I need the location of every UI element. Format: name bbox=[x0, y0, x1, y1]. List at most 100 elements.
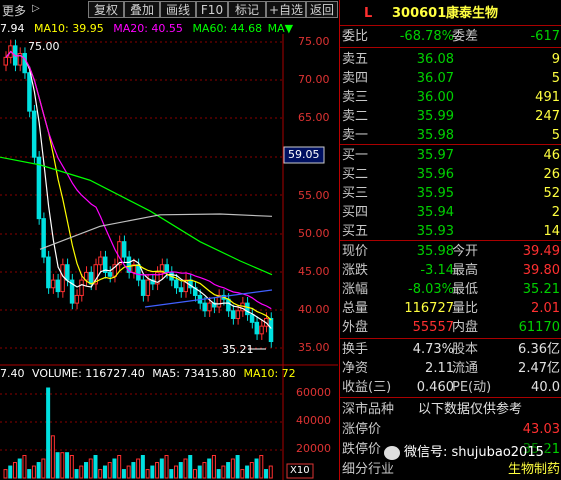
back-button[interactable]: 返回 bbox=[306, 1, 338, 18]
limit-up-value: 43.03 bbox=[522, 422, 560, 437]
ask-price: 36.00 bbox=[416, 90, 454, 105]
ask-row: 卖三 36.00 491 bbox=[340, 88, 561, 107]
stat-value-2: 39.49 bbox=[522, 244, 560, 259]
volume-bar bbox=[202, 462, 207, 479]
stat-label-2: 最低 bbox=[452, 282, 479, 297]
limit-up-row: 涨停价 43.03 bbox=[340, 420, 561, 439]
candle-body bbox=[36, 156, 42, 220]
bid-row: 买三 35.95 52 bbox=[340, 184, 561, 203]
volume-prefix: 7.40 bbox=[0, 367, 25, 380]
stat2-label: 净资 bbox=[342, 361, 369, 376]
volume-bar bbox=[8, 465, 13, 479]
stat2-label-2: 股本 bbox=[452, 342, 479, 357]
price-tick: 65.00 bbox=[298, 111, 330, 124]
candle-body bbox=[60, 264, 65, 293]
candle-body bbox=[235, 310, 241, 319]
ask-volume: 9 bbox=[551, 52, 560, 67]
volume-bar bbox=[230, 458, 235, 479]
volume-ma5: MA5: 73415.80 bbox=[152, 367, 236, 380]
ask-price: 35.99 bbox=[416, 109, 454, 124]
stock-flag: L bbox=[364, 6, 373, 21]
volume-bar bbox=[98, 469, 103, 479]
overlay-button[interactable]: 叠加 bbox=[124, 1, 160, 18]
volume-bar bbox=[31, 465, 36, 479]
volume-bar bbox=[259, 455, 264, 479]
kline-chart[interactable]: 7.94 MA10: 39.95 MA20: 40.55 MA60: 44.68… bbox=[0, 20, 338, 480]
volume-bar bbox=[268, 465, 273, 479]
more-arrow-icon[interactable]: ▷ bbox=[32, 3, 40, 14]
market-row: 深市品种 以下数据仅供参考 bbox=[340, 400, 561, 419]
candle-body bbox=[74, 294, 80, 304]
stat2-row: 换手 4.73% 股本 6.36亿 bbox=[340, 340, 561, 359]
bid-row: 买二 35.96 26 bbox=[340, 165, 561, 184]
stat2-label: 收益(三) bbox=[342, 380, 392, 395]
candle-body bbox=[31, 110, 37, 158]
volume-bar bbox=[55, 452, 60, 479]
candle-body bbox=[98, 256, 103, 266]
stat-value-2: 35.21 bbox=[522, 282, 560, 297]
volume-bar bbox=[207, 458, 212, 479]
ask-label: 卖四 bbox=[342, 71, 369, 86]
volume-bar bbox=[197, 465, 202, 479]
high-price-mark: 75.00 bbox=[28, 40, 60, 53]
candle-body bbox=[230, 310, 236, 319]
volume-bar bbox=[245, 465, 250, 479]
volume-tick: 40000 bbox=[296, 414, 331, 427]
weibi-label: 委比 bbox=[342, 29, 369, 44]
weicha-label: 委差 bbox=[452, 29, 479, 44]
candle-body bbox=[107, 271, 113, 277]
bid-row: 买一 35.97 46 bbox=[340, 146, 561, 165]
candle-body bbox=[202, 302, 207, 312]
candle-body bbox=[41, 218, 46, 258]
price-tick: 75.00 bbox=[298, 35, 330, 48]
volume-bar bbox=[183, 458, 188, 479]
stat2-row: 收益(三) 0.460 PE(动) 40.0 bbox=[340, 378, 561, 397]
stat-value-2: 61170 bbox=[518, 320, 560, 335]
stat-label-2: 最高 bbox=[452, 263, 479, 278]
stat2-label-2: PE(动) bbox=[452, 380, 492, 395]
bid-volume: 2 bbox=[551, 205, 560, 220]
volume-unit: X10 bbox=[290, 465, 310, 476]
weibi-row: 委比 -68.78% 委差 -617 bbox=[340, 27, 561, 46]
volume-bar bbox=[41, 458, 46, 479]
price-tick: 55.00 bbox=[298, 189, 330, 202]
bid-volume: 46 bbox=[543, 148, 560, 163]
stat-row: 涨幅 -8.03% 最低 35.21 bbox=[340, 280, 561, 299]
bid-price: 35.93 bbox=[416, 224, 454, 239]
stat-label: 总量 bbox=[342, 301, 369, 316]
candle-body bbox=[245, 302, 250, 316]
volume-ma10: MA10: 72 bbox=[243, 367, 296, 380]
volume-bar bbox=[107, 462, 112, 479]
stat2-value: 2.11 bbox=[425, 361, 454, 376]
candle-body bbox=[46, 256, 51, 289]
volume-tick: 60000 bbox=[296, 386, 331, 399]
limit-up-label: 涨停价 bbox=[342, 422, 382, 437]
stat2-value: 0.460 bbox=[416, 380, 454, 395]
volume-bar bbox=[150, 465, 155, 479]
more-label[interactable]: 更多 bbox=[2, 2, 26, 19]
volume-legend: 7.40 VOLUME: 116727.40 MA5: 73415.80 MA1… bbox=[0, 367, 296, 380]
current-price-tag: 59.05 bbox=[288, 148, 320, 161]
candle-body bbox=[164, 264, 170, 273]
bid-row: 买四 35.94 2 bbox=[340, 203, 561, 222]
candle-body bbox=[50, 279, 56, 289]
volume-bar bbox=[131, 462, 136, 479]
candle-body bbox=[121, 241, 127, 258]
volume-bar bbox=[216, 469, 221, 479]
volume-bar bbox=[159, 458, 164, 479]
mark-button[interactable]: 标记 bbox=[228, 1, 266, 18]
weibi-value: -68.78% bbox=[399, 29, 454, 44]
stat-row: 涨跌 -3.14 最高 39.80 bbox=[340, 261, 561, 280]
volume-bar bbox=[249, 462, 254, 479]
volume-bar bbox=[178, 462, 183, 479]
stat-row: 总量 116727 量比 2.01 bbox=[340, 299, 561, 318]
volume-bar bbox=[50, 435, 55, 479]
stock-header: L 300601 康泰生物 bbox=[340, 4, 561, 23]
fuquan-button[interactable]: 复权 bbox=[88, 1, 124, 18]
volume-bar bbox=[93, 455, 98, 479]
candle-body bbox=[254, 321, 260, 335]
draw-line-button[interactable]: 画线 bbox=[160, 1, 196, 18]
add-favorite-button[interactable]: +自选 bbox=[266, 1, 306, 18]
f10-button[interactable]: F10 bbox=[196, 1, 228, 18]
volume-bar bbox=[112, 458, 117, 479]
